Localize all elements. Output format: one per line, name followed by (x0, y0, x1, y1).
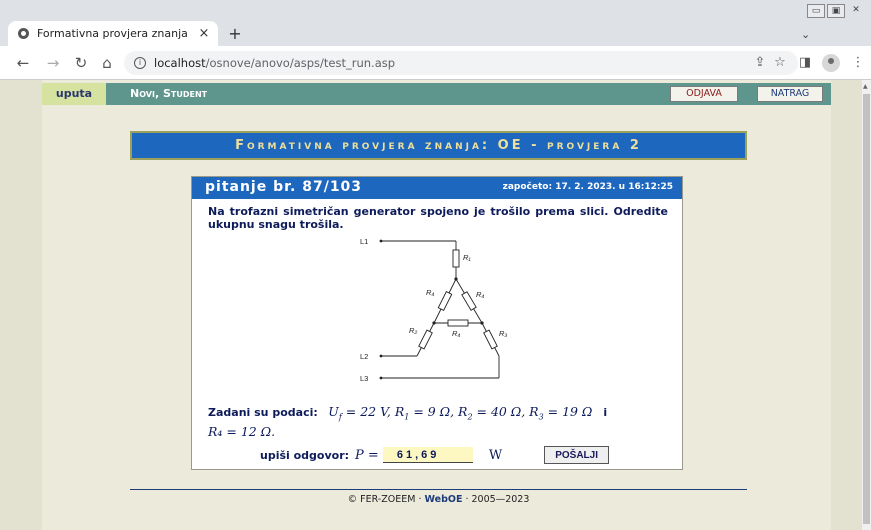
menu-kebab-icon[interactable]: ⋮ (850, 55, 866, 70)
start-time: započeto: 17. 2. 2023. u 16:12:25 (502, 182, 673, 192)
circuit-diagram: L1 L2 L3 R₁ R₄ R₄ R₄ R₂ R₃ (360, 237, 507, 383)
page-content: uputa Novi, Student ODJAVA NATRAG Format… (42, 80, 831, 530)
label-l1: L1 (360, 237, 368, 246)
uputa-link[interactable]: uputa (42, 83, 106, 105)
browser-tab[interactable]: Formativna provjera znanja × (8, 21, 218, 46)
givens-label: Zadani su podaci: (208, 406, 318, 419)
answer-variable: P = (355, 447, 379, 463)
close-window-icon[interactable]: ✕ (847, 4, 865, 18)
label-l3: L3 (360, 374, 368, 383)
tab-search-icon[interactable]: ⌄ (801, 28, 810, 41)
question-number: pitanje br. 87/103 (205, 179, 363, 195)
new-tab-button[interactable]: + (225, 24, 245, 43)
natrag-button[interactable]: NATRAG (757, 86, 823, 102)
maximize-icon[interactable]: ▣ (827, 4, 845, 18)
url-path: /osnove/anovo/asps/test_run.asp (205, 56, 396, 70)
back-icon[interactable]: ← (14, 54, 32, 72)
footer-divider (130, 489, 747, 490)
givens-last: R₄ = 12 Ω. (208, 423, 276, 439)
odjava-button[interactable]: ODJAVA (670, 86, 738, 102)
url-field[interactable]: i localhost/osnove/anovo/asps/test_run.a… (124, 51, 798, 75)
side-panel-icon[interactable]: ◨ (797, 55, 813, 70)
label-r2: R₂ (409, 326, 417, 335)
label-r3: R₃ (499, 329, 507, 338)
label-r4-left: R₄ (426, 288, 434, 297)
label-r1: R₁ (463, 253, 471, 262)
answer-row: upiši odgovor: P = W POŠALJI (260, 445, 609, 465)
forward-icon[interactable]: → (44, 54, 62, 72)
given-data: Zadani su podaci: Uf = 22 V, R1 = 9 Ω, R… (208, 404, 608, 439)
footer: © FER-ZOEEM · WebOE · 2005—2023 (347, 494, 530, 505)
user-name: Novi, Student (130, 87, 208, 100)
question-text: Na trofazni simetričan generator spojeno… (208, 205, 668, 231)
reload-icon[interactable]: ↻ (72, 54, 90, 72)
question-header: pitanje br. 87/103 započeto: 17. 2. 2023… (192, 177, 682, 199)
submit-button[interactable]: POŠALJI (544, 446, 609, 464)
label-r4-right: R₄ (476, 290, 484, 299)
address-bar: ← → ↻ ⌂ i localhost/osnove/anovo/asps/te… (0, 46, 871, 80)
scrollbar-thumb[interactable] (863, 94, 870, 524)
profile-avatar-icon[interactable] (822, 54, 840, 72)
top-navigation: uputa Novi, Student ODJAVA NATRAG (42, 83, 831, 105)
scroll-up-icon[interactable]: ▲ (863, 83, 868, 90)
tab-title: Formativna provjera znanja (37, 27, 188, 40)
minimize-icon[interactable]: ▭ (807, 4, 825, 18)
answer-label: upiši odgovor: (260, 448, 350, 462)
globe-icon (18, 28, 29, 39)
page-viewport: uputa Novi, Student ODJAVA NATRAG Format… (0, 80, 862, 530)
bookmark-star-icon[interactable]: ☆ (772, 55, 788, 70)
browser-tab-bar: Formativna provjera znanja × + ⌄ ▭ ▣ ✕ (0, 0, 871, 46)
givens-values: Uf = 22 V, R1 = 9 Ω, R2 = 40 Ω, R3 = 19 … (328, 404, 593, 422)
question-panel: pitanje br. 87/103 započeto: 17. 2. 2023… (191, 176, 683, 470)
answer-input[interactable] (382, 447, 473, 463)
page-title-banner: Formativna provjera znanja: OE - provjer… (130, 131, 747, 160)
label-r4-bottom: R₄ (452, 329, 460, 338)
url-host: localhost (154, 56, 206, 70)
close-tab-icon[interactable]: × (194, 26, 214, 41)
label-l2: L2 (360, 352, 368, 361)
footer-brand: WebOE (424, 494, 463, 505)
page-scrollbar[interactable]: ▲ (862, 80, 871, 530)
home-icon[interactable]: ⌂ (98, 54, 116, 72)
answer-unit: W (488, 447, 503, 463)
share-icon[interactable]: ⇪ (752, 55, 768, 70)
window-controls: ▭ ▣ ✕ (807, 4, 865, 18)
site-info-icon[interactable]: i (134, 57, 146, 69)
